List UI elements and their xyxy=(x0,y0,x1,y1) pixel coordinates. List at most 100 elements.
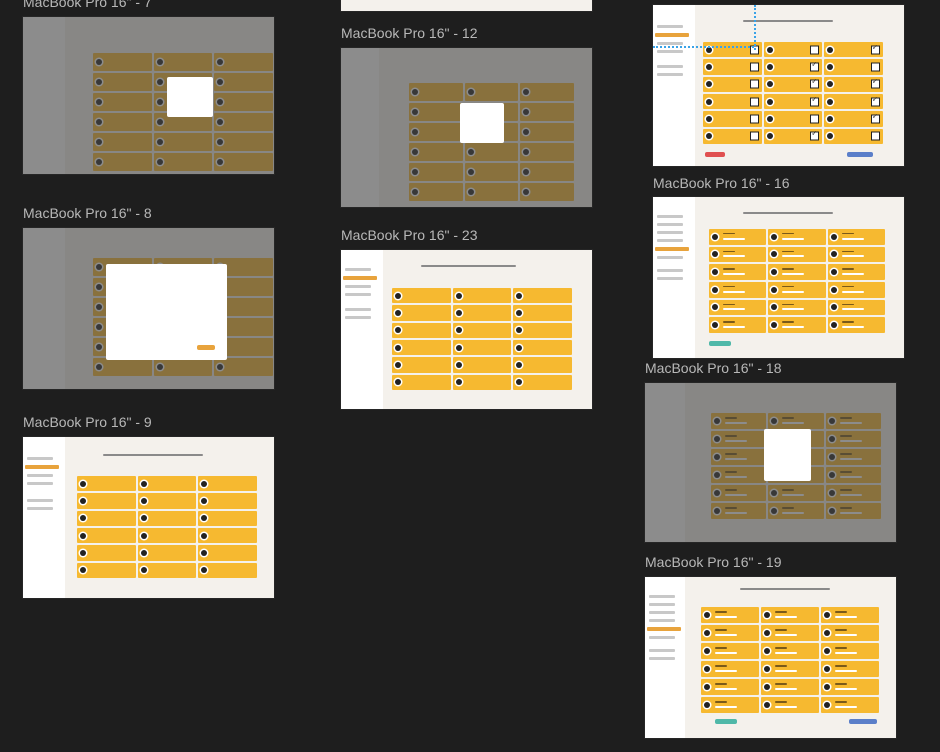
checkbox[interactable] xyxy=(749,97,759,107)
student-card[interactable] xyxy=(77,510,136,526)
student-card[interactable] xyxy=(825,431,881,447)
student-card[interactable] xyxy=(409,163,463,181)
student-card[interactable] xyxy=(711,431,767,447)
student-card[interactable] xyxy=(392,374,451,390)
frame-8[interactable] xyxy=(23,228,274,389)
student-card[interactable] xyxy=(711,467,767,483)
student-card[interactable] xyxy=(701,679,759,695)
student-card[interactable] xyxy=(825,449,881,465)
student-card[interactable] xyxy=(137,476,197,492)
student-card[interactable] xyxy=(824,42,883,58)
student-card[interactable] xyxy=(825,413,881,429)
checkbox[interactable] xyxy=(810,78,820,89)
student-card[interactable] xyxy=(409,183,463,201)
student-card[interactable] xyxy=(137,510,197,526)
checkbox[interactable] xyxy=(871,95,880,107)
student-card[interactable] xyxy=(763,111,823,127)
checkbox[interactable] xyxy=(871,112,880,124)
checkbox[interactable] xyxy=(749,114,759,124)
student-card[interactable] xyxy=(214,73,273,91)
student-card[interactable] xyxy=(137,527,197,544)
student-card[interactable] xyxy=(703,128,762,144)
student-card[interactable] xyxy=(214,133,273,151)
student-card[interactable] xyxy=(77,562,136,578)
student-card[interactable] xyxy=(452,374,512,390)
student-card[interactable] xyxy=(452,322,512,338)
student-card[interactable] xyxy=(768,413,824,429)
checkbox[interactable] xyxy=(749,131,759,141)
student-card[interactable] xyxy=(827,229,885,245)
student-card[interactable] xyxy=(198,562,257,578)
student-card[interactable] xyxy=(768,299,826,316)
student-card[interactable] xyxy=(824,128,883,144)
student-card[interactable] xyxy=(821,697,879,713)
student-card[interactable] xyxy=(701,661,759,677)
student-card[interactable] xyxy=(824,93,883,110)
student-card[interactable] xyxy=(763,128,823,144)
checkbox[interactable] xyxy=(810,130,820,141)
student-card[interactable] xyxy=(768,264,826,280)
student-card[interactable] xyxy=(703,76,762,92)
student-card[interactable] xyxy=(711,485,767,501)
student-card[interactable] xyxy=(392,339,451,356)
student-card[interactable] xyxy=(763,42,823,58)
checkbox[interactable] xyxy=(810,45,820,55)
student-card[interactable] xyxy=(513,305,572,321)
student-card[interactable] xyxy=(821,661,879,677)
student-card[interactable] xyxy=(824,59,883,75)
student-card[interactable] xyxy=(513,322,572,338)
student-card[interactable] xyxy=(520,183,574,201)
student-card[interactable] xyxy=(93,93,152,111)
student-card[interactable] xyxy=(768,229,826,245)
student-card[interactable] xyxy=(409,143,463,161)
student-card[interactable] xyxy=(520,123,574,141)
student-card[interactable] xyxy=(93,133,152,151)
blue-button[interactable] xyxy=(849,719,877,724)
checkbox[interactable] xyxy=(749,79,759,89)
student-card[interactable] xyxy=(452,305,512,321)
student-card[interactable] xyxy=(214,153,273,171)
student-card[interactable] xyxy=(409,123,463,141)
green-button[interactable] xyxy=(715,719,737,724)
student-card[interactable] xyxy=(768,503,824,519)
frame-7[interactable] xyxy=(23,17,274,174)
student-card[interactable] xyxy=(409,103,463,121)
student-card[interactable] xyxy=(711,413,767,429)
student-card[interactable] xyxy=(709,246,767,263)
student-card[interactable] xyxy=(409,83,463,101)
student-card[interactable] xyxy=(824,111,883,127)
student-card[interactable] xyxy=(703,59,762,75)
student-card[interactable] xyxy=(93,53,152,71)
submit-button[interactable] xyxy=(197,345,215,350)
student-card[interactable] xyxy=(520,83,574,101)
student-card[interactable] xyxy=(768,246,826,263)
student-card[interactable] xyxy=(153,53,213,71)
frame-19[interactable] xyxy=(645,577,896,738)
student-card[interactable] xyxy=(93,153,152,171)
student-card[interactable] xyxy=(703,42,762,58)
student-card[interactable] xyxy=(768,317,826,333)
student-card[interactable] xyxy=(701,697,759,713)
student-card[interactable] xyxy=(464,163,519,181)
student-card[interactable] xyxy=(77,527,136,544)
student-card[interactable] xyxy=(821,643,879,659)
student-card[interactable] xyxy=(137,562,197,578)
student-card[interactable] xyxy=(214,93,273,111)
student-card[interactable] xyxy=(761,625,819,641)
student-card[interactable] xyxy=(137,493,197,509)
student-card[interactable] xyxy=(709,299,767,316)
student-card[interactable] xyxy=(198,493,257,509)
student-card[interactable] xyxy=(392,305,451,321)
student-card[interactable] xyxy=(768,485,824,501)
checkbox[interactable] xyxy=(871,43,880,55)
student-card[interactable] xyxy=(763,93,823,110)
frame-9[interactable] xyxy=(23,437,274,598)
student-card[interactable] xyxy=(520,103,574,121)
student-card[interactable] xyxy=(821,679,879,695)
student-card[interactable] xyxy=(513,357,572,373)
student-card[interactable] xyxy=(77,545,136,561)
checkbox[interactable] xyxy=(871,78,880,89)
student-card[interactable] xyxy=(93,113,152,131)
student-card[interactable] xyxy=(77,493,136,509)
student-card[interactable] xyxy=(761,643,819,659)
